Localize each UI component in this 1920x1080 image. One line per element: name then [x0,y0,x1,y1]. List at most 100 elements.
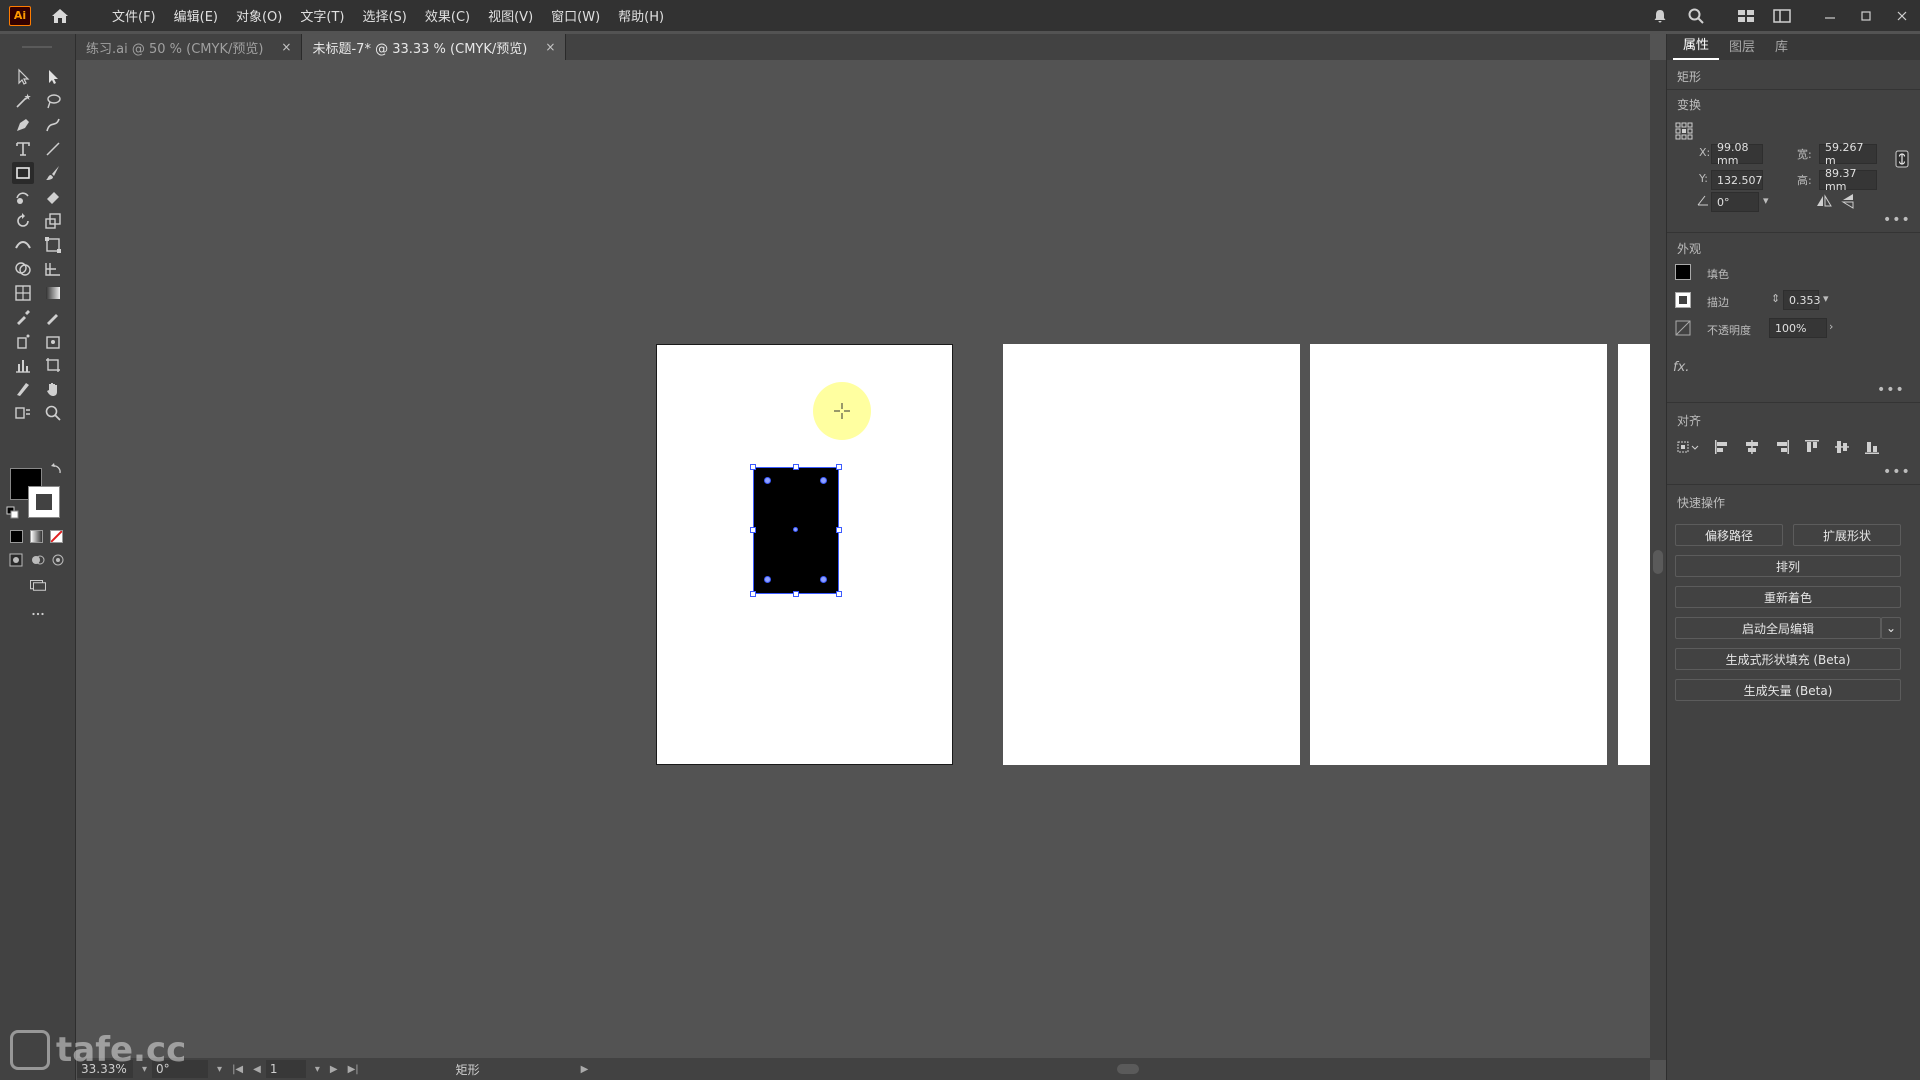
close-tab-icon[interactable]: × [545,40,555,54]
mesh-tool-icon[interactable] [12,282,34,304]
paintbrush-tool-icon[interactable] [42,162,64,184]
align-bottom-icon[interactable] [1863,438,1881,456]
fill-swatch[interactable] [1675,264,1691,280]
bounding-handle-bc[interactable] [793,591,799,597]
tab-document-practice[interactable]: 练习.ai @ 50 % (CMYK/预览) × [76,34,303,60]
zoom-tool-icon[interactable] [42,402,64,424]
generative-shape-fill-button[interactable]: 生成式形状填充 (Beta) [1675,648,1901,670]
toolbar-grip[interactable] [22,46,52,48]
recolor-button[interactable]: 重新着色 [1675,586,1901,608]
direct-selection-tool-icon[interactable] [42,66,64,88]
close-window-icon[interactable] [1890,4,1914,28]
last-artboard-icon[interactable]: ▶| [348,1064,359,1075]
artboard-2[interactable] [1003,344,1300,765]
menu-type[interactable]: 文字(T) [291,6,353,25]
align-top-icon[interactable] [1803,438,1821,456]
menu-effect[interactable]: 效果(C) [416,6,479,25]
align-vertical-center-icon[interactable] [1833,438,1851,456]
lasso-tool-icon[interactable] [42,90,64,112]
color-mode-icon[interactable] [10,530,23,543]
tab-libraries[interactable]: 库 [1765,36,1798,60]
chevron-down-icon[interactable]: ▾ [315,1064,320,1075]
none-mode-icon[interactable] [50,530,63,543]
global-edit-dropdown[interactable]: ⌄ [1881,617,1901,639]
menu-object[interactable]: 对象(O) [227,6,291,25]
pen-tool-icon[interactable] [12,114,34,136]
chevron-down-icon[interactable]: ▾ [1763,194,1769,207]
canvas-area[interactable] [77,60,1650,1060]
angle-field[interactable]: 0° [1711,192,1759,212]
stroke-swatch[interactable] [1675,292,1691,308]
generative-vector-button[interactable]: 生成矢量 (Beta) [1675,679,1901,701]
rotate-tool-icon[interactable] [12,210,34,232]
shaper-tool-icon[interactable] [12,186,34,208]
scroll-thumb[interactable] [1117,1064,1139,1074]
stepper-icon[interactable]: ⇕ [1771,292,1780,305]
more-options-icon[interactable]: ••• [1883,212,1911,228]
menu-edit[interactable]: 编辑(E) [165,6,227,25]
artboard-3[interactable] [1310,344,1607,765]
bounding-handle-tc[interactable] [793,464,799,470]
bounding-handle-tl[interactable] [750,464,756,470]
more-options-icon[interactable]: ••• [1877,382,1905,398]
minimize-icon[interactable] [1818,4,1842,28]
screen-mode-icon[interactable] [26,576,50,594]
blend-tool-icon[interactable] [42,306,64,328]
edit-toolbar-more-icon[interactable] [26,608,50,620]
reference-point-icon[interactable] [1675,122,1693,140]
arrange-button[interactable]: 排列 [1675,555,1901,577]
bounding-handle-bl[interactable] [750,591,756,597]
global-edit-button[interactable]: 启动全局编辑 [1675,617,1881,639]
search-icon[interactable] [1684,4,1708,28]
live-paint-tool-icon[interactable] [42,330,64,352]
expand-shape-button[interactable]: 扩展形状 [1793,524,1901,546]
eyedropper-tool-icon[interactable] [12,306,34,328]
vertical-scrollbar[interactable] [1650,60,1666,1060]
bounding-handle-ml[interactable] [750,527,756,533]
eraser-tool-icon[interactable] [42,186,64,208]
workspace-switcher-icon[interactable] [1734,4,1758,28]
perspective-grid-tool-icon[interactable] [42,258,64,280]
stroke-weight-field[interactable]: 0.353 [1783,290,1821,310]
opacity-field[interactable]: 100% [1769,318,1827,338]
close-tab-icon[interactable]: × [281,40,291,54]
draw-behind-icon[interactable] [30,552,46,568]
align-to-selection-icon[interactable] [1675,438,1701,456]
swap-colors-icon[interactable] [50,462,64,476]
gradient-mode-icon[interactable] [30,530,43,543]
curvature-tool-icon[interactable] [42,114,64,136]
menu-view[interactable]: 视图(V) [479,6,542,25]
flip-vertical-icon[interactable] [1839,192,1857,210]
stroke-color-swatch[interactable] [28,486,60,518]
rectangle-tool-icon[interactable] [12,162,34,184]
draw-inside-icon[interactable] [50,552,66,568]
free-transform-tool-icon[interactable] [42,234,64,256]
maximize-icon[interactable] [1854,4,1878,28]
constrain-proportions-icon[interactable] [1893,150,1911,168]
default-colors-icon[interactable] [6,506,20,520]
corner-widget[interactable] [820,576,827,583]
previous-artboard-icon[interactable]: ◀ [253,1064,261,1075]
align-horizontal-center-icon[interactable] [1743,438,1761,456]
magic-wand-tool-icon[interactable] [12,90,34,112]
y-field[interactable]: 132.507 [1711,170,1763,190]
corner-widget[interactable] [764,477,771,484]
arrange-documents-icon[interactable] [1770,4,1794,28]
chevron-down-icon[interactable]: ▾ [217,1064,222,1075]
x-field[interactable]: 99.08 mm [1711,141,1763,167]
tab-document-untitled[interactable]: 未标题-7* @ 33.33 % (CMYK/预览) × [302,34,567,60]
scroll-thumb[interactable] [1653,550,1663,574]
column-graph-tool-icon[interactable] [12,354,34,376]
artboard-number-field[interactable]: 1 [265,1060,306,1078]
flip-horizontal-icon[interactable] [1815,192,1833,210]
first-artboard-icon[interactable]: |◀ [232,1064,243,1075]
type-tool-icon[interactable] [12,138,34,160]
next-artboard-icon[interactable]: ▶ [330,1064,338,1075]
draw-normal-icon[interactable] [8,552,24,568]
tab-layers[interactable]: 图层 [1719,36,1765,60]
width-field[interactable]: 59.267 m [1819,141,1877,167]
more-options-icon[interactable]: ••• [1883,464,1911,480]
tab-properties[interactable]: 属性 [1673,34,1720,60]
corner-widget[interactable] [820,477,827,484]
chevron-right-icon[interactable]: › [1829,320,1833,333]
